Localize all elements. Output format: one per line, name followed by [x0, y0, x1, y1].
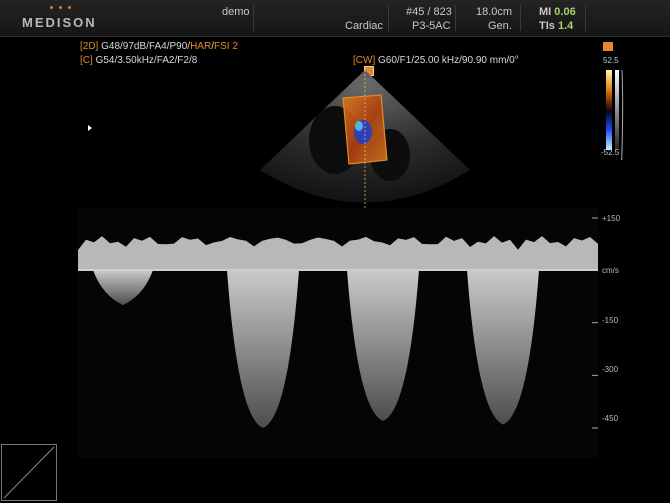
thumbnail-diagonal	[3, 446, 55, 499]
cursor-indicator	[88, 125, 92, 131]
user-name: demo	[222, 6, 250, 18]
gain-curve	[619, 69, 624, 201]
params-2d: [2D] G48/97dB/FA4/P90/HAR/FSI 2	[80, 41, 238, 52]
depth-value: 18.0cm	[476, 6, 513, 18]
reference-thumbnail	[1, 444, 57, 501]
application-name: Cardiac	[345, 20, 383, 32]
mi-readout: MI 0.06	[539, 6, 576, 18]
preset-name: Gen.	[488, 20, 512, 32]
status-header: MEDISON demo Cardiac #45 / 823 P3-5AC 18…	[0, 0, 670, 37]
color-scale-bar: 52.5 -52.5	[600, 56, 630, 201]
color-scale-bottom: -52.5	[601, 148, 620, 157]
mode-2d-tag: [2D]	[80, 41, 99, 52]
header-divider	[585, 5, 586, 31]
brand-logo: MEDISON	[22, 15, 97, 30]
params-2d-text: G48/97dB/FA4/P90/	[101, 41, 191, 52]
probe-name: P3-5AC	[412, 20, 451, 32]
header-divider	[455, 5, 456, 31]
header-divider	[388, 5, 389, 31]
header-divider	[520, 5, 521, 31]
tis-value: 1.4	[557, 20, 574, 32]
tis-label: TIs	[539, 20, 555, 32]
bmode-sector-image	[260, 70, 470, 210]
tis-readout: TIs 1.4	[539, 20, 573, 32]
scale-tick-minus300: -300	[602, 365, 619, 374]
header-divider	[253, 5, 254, 31]
har-indicator: HAR	[190, 41, 212, 52]
color-scale-top: 52.5	[603, 56, 619, 65]
scale-tick-minus150: -150	[602, 316, 619, 325]
fsi-indicator: FSI 2	[213, 41, 238, 52]
scale-tick-minus450: -450	[602, 414, 619, 423]
cw-doppler-spectrum	[78, 208, 598, 458]
params-color-text: G54/3.50kHz/FA2/F2/8	[95, 55, 198, 66]
mode-color-tag: [C]	[80, 55, 93, 66]
brand-dots	[50, 6, 71, 9]
frame-counter: #45 / 823	[406, 6, 452, 18]
mi-label: MI	[539, 6, 552, 18]
params-color: [C] G54/3.50kHz/FA2/F2/8	[80, 55, 197, 66]
color-scale-icon	[603, 42, 613, 51]
color-flow-cyan	[355, 121, 363, 131]
velocity-unit: cm/s	[602, 266, 619, 275]
velocity-colormap	[606, 70, 612, 150]
mi-value: 0.06	[554, 6, 576, 18]
scale-tick-plus150: +150	[602, 214, 621, 223]
color-scale-graphic	[606, 69, 624, 201]
grayscale-map	[615, 70, 619, 150]
